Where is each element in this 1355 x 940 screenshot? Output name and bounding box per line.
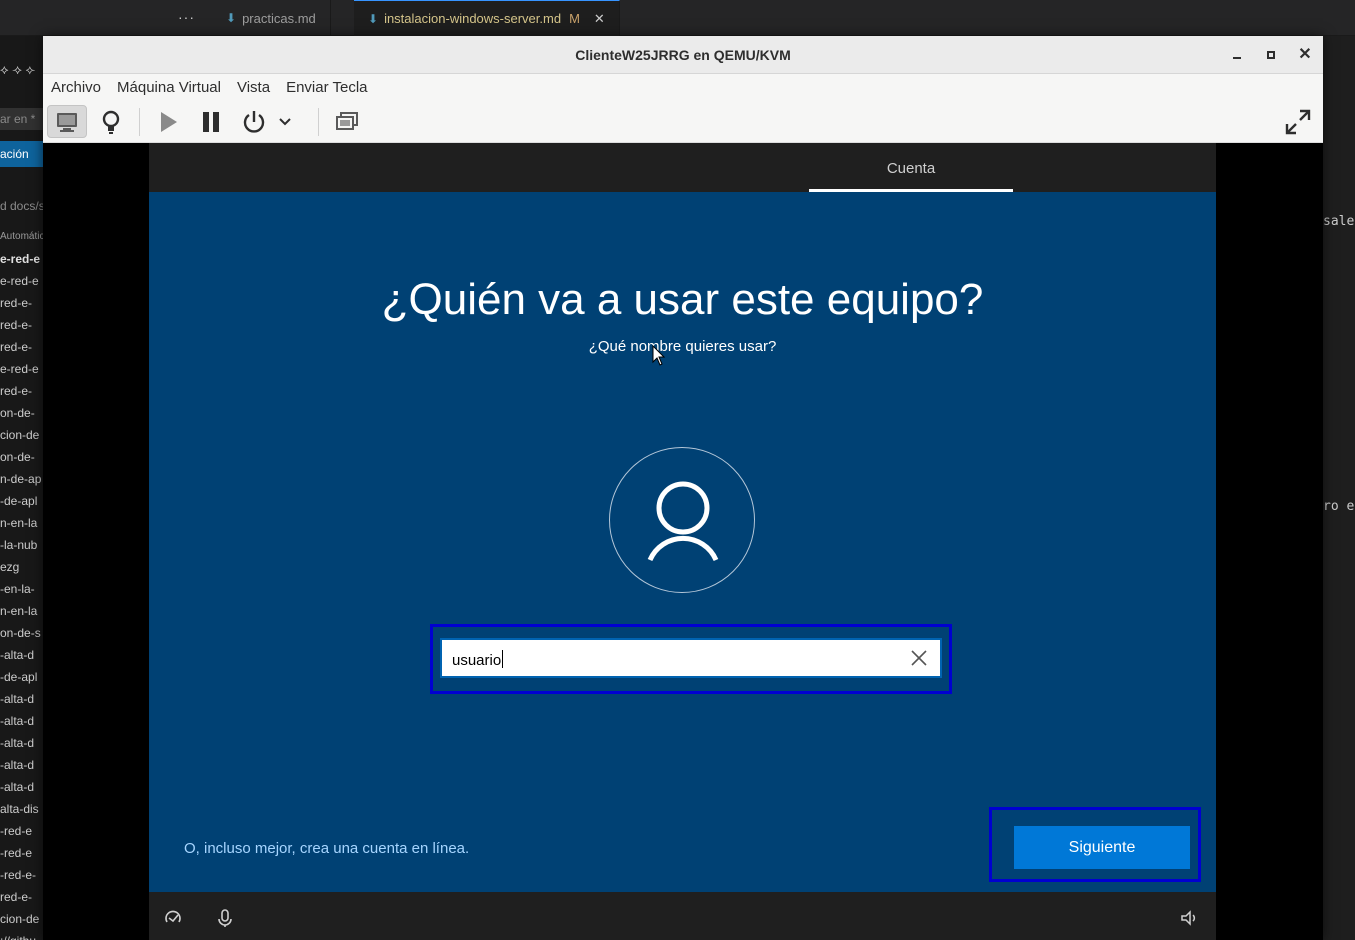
file-list-item[interactable]: n-en-la <box>0 600 44 622</box>
sidebar-tools[interactable]: ⟡ ⟢ ⟣ <box>0 62 35 78</box>
menu-archivo[interactable]: Archivo <box>51 79 101 96</box>
next-button[interactable]: Siguiente <box>1014 826 1190 869</box>
page-title: ¿Quién va a usar este equipo? <box>381 275 984 324</box>
file-list-item[interactable]: alta-dis <box>0 798 44 820</box>
file-list-item[interactable]: red-e- <box>0 336 44 358</box>
file-list-item[interactable]: e-red-e <box>0 358 44 380</box>
user-avatar-icon <box>609 447 755 593</box>
search-input[interactable]: ar en * <box>0 108 44 130</box>
minimize-icon[interactable] <box>1227 45 1247 65</box>
file-list-item[interactable]: n-en-la <box>0 512 44 534</box>
online-account-link[interactable]: O, incluso mejor, crea una cuenta en lín… <box>184 840 469 857</box>
file-list-item[interactable]: -alta-d <box>0 644 44 666</box>
ease-of-access-icon[interactable] <box>163 908 183 928</box>
title-bar[interactable]: ClienteW25JRRG en QEMU/KVM ✕ <box>43 36 1323 74</box>
file-list-item[interactable]: red-e- <box>0 292 44 314</box>
file-list-item[interactable]: on-de- <box>0 446 44 468</box>
breadcrumb: d docs/s <box>0 199 44 213</box>
editor-pane: sale ro e <box>1323 36 1355 940</box>
file-list-item[interactable]: e-red-e <box>0 248 44 270</box>
tab-label: instalacion-windows-server.md <box>384 11 562 26</box>
name-input[interactable]: usuario <box>440 638 942 678</box>
file-list: Automátic e-red-e e-red-e red-e-red-e-red-e… <box>0 226 44 940</box>
file-list-item[interactable]: -la-nub <box>0 534 44 556</box>
file-list-item[interactable]: -de-apl <box>0 666 44 688</box>
maximize-icon[interactable] <box>1261 45 1281 65</box>
file-list-item[interactable]: -alta-d <box>0 754 44 776</box>
file-list-item[interactable]: ://githu <box>0 930 44 940</box>
file-list-item[interactable]: -alta-d <box>0 710 44 732</box>
console-icon[interactable] <box>47 105 87 138</box>
editor-tab-bar: ··· ⬇ practicas.md ⬇ instalacion-windows… <box>0 0 1355 36</box>
code-line: ro e <box>1323 499 1355 514</box>
file-list-item[interactable]: n-de-ap <box>0 468 44 490</box>
file-list-item[interactable]: -alta-d <box>0 732 44 754</box>
file-list-item[interactable]: on-de- <box>0 402 44 424</box>
tab-instalacion-windows-server[interactable]: ⬇ instalacion-windows-server.md M ✕ <box>354 0 620 36</box>
file-list-item[interactable]: -en-la- <box>0 578 44 600</box>
sidebar-action-button[interactable]: ación <box>0 141 44 167</box>
guest-display[interactable]: Cuenta ¿Quién va a usar este equipo? ¿Qu… <box>149 143 1216 940</box>
file-list-item[interactable]: -alta-d <box>0 688 44 710</box>
window-title: ClienteW25JRRG en QEMU/KVM <box>575 47 791 63</box>
text-caret <box>502 650 504 668</box>
file-list-item[interactable]: -red-e- <box>0 864 44 886</box>
details-bulb-icon[interactable] <box>91 105 131 138</box>
close-tab-icon[interactable]: ✕ <box>594 11 605 27</box>
code-line: sale <box>1323 214 1355 229</box>
tab-practicas[interactable]: ⬇ practicas.md <box>212 0 331 36</box>
file-list-item[interactable]: -de-apl <box>0 490 44 512</box>
file-list-item[interactable]: cion-de <box>0 424 44 446</box>
file-list-item[interactable]: red-e- <box>0 380 44 402</box>
file-list-item[interactable]: -red-e <box>0 842 44 864</box>
explorer-sidebar: ⟡ ⟢ ⟣ ar en * ación d docs/s Automátic e-… <box>0 36 44 940</box>
modified-indicator: M <box>569 11 580 26</box>
file-list-item[interactable]: -red-e <box>0 820 44 842</box>
tab-cuenta: Cuenta <box>809 143 1013 192</box>
file-list-item[interactable]: cion-de <box>0 908 44 930</box>
power-icon[interactable] <box>234 105 274 138</box>
mouse-pointer-icon <box>652 344 666 367</box>
page-subtitle: ¿Qué nombre quieres usar? <box>588 338 777 355</box>
file-list-item[interactable]: ezg <box>0 556 44 578</box>
file-list-item[interactable]: red-e- <box>0 314 44 336</box>
markdown-file-icon: ⬇ <box>226 11 237 25</box>
markdown-file-icon: ⬇ <box>368 11 379 26</box>
snapshots-icon[interactable] <box>327 105 367 138</box>
menu-bar: Archivo Máquina Virtual Vista Enviar Tec… <box>43 74 1323 100</box>
file-list-item[interactable]: red-e- <box>0 886 44 908</box>
more-tabs-icon[interactable]: ··· <box>178 9 195 25</box>
tab-label: practicas.md <box>242 10 316 26</box>
input-focus-frame: usuario <box>430 624 952 694</box>
file-list-item[interactable]: Automátic <box>0 226 44 248</box>
file-list-item[interactable]: on-de-s <box>0 622 44 644</box>
file-list-item[interactable]: e-red-e <box>0 270 44 292</box>
vm-window: ClienteW25JRRG en QEMU/KVM ✕ Archivo Máq… <box>43 36 1323 940</box>
menu-enviar-tecla[interactable]: Enviar Tecla <box>286 79 367 96</box>
chevron-down-icon[interactable] <box>273 105 297 138</box>
menu-vista[interactable]: Vista <box>237 79 270 96</box>
menu-maquina-virtual[interactable]: Máquina Virtual <box>117 79 221 96</box>
tab-underline <box>809 189 1013 192</box>
fullscreen-icon[interactable] <box>1278 105 1318 138</box>
pause-icon[interactable] <box>191 105 231 138</box>
oobe-header: Cuenta <box>149 143 1216 192</box>
clear-input-icon[interactable] <box>908 647 930 669</box>
run-icon[interactable] <box>148 105 188 138</box>
vm-toolbar <box>43 100 1323 143</box>
close-icon[interactable]: ✕ <box>1295 45 1315 65</box>
file-list-item[interactable]: -alta-d <box>0 776 44 798</box>
oobe-footer <box>149 892 1216 940</box>
next-focus-frame: Siguiente <box>989 807 1201 882</box>
volume-icon[interactable] <box>1179 908 1199 928</box>
name-input-value: usuario <box>452 652 502 669</box>
tab-cuenta-label: Cuenta <box>886 160 936 177</box>
microphone-icon[interactable] <box>215 908 235 928</box>
